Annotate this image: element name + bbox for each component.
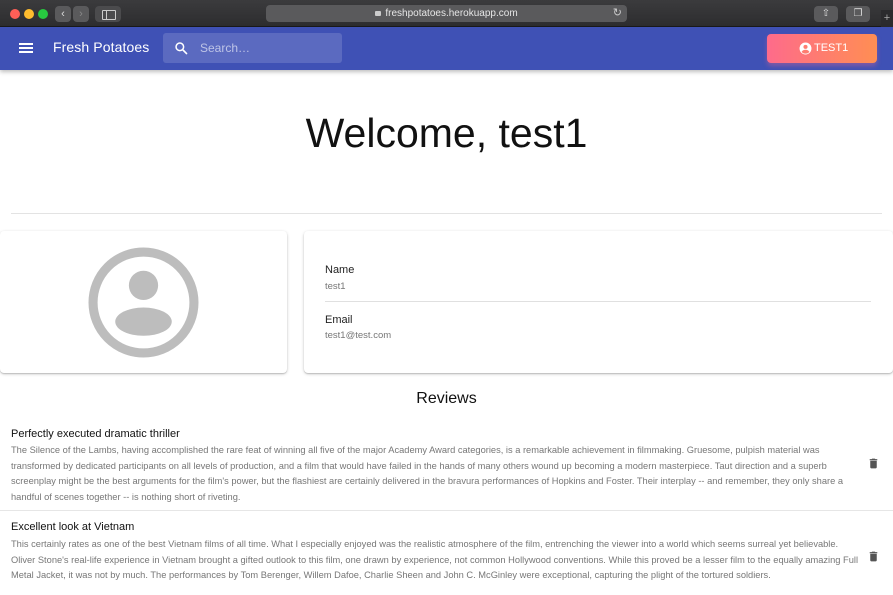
minimize-window-button[interactable] xyxy=(24,9,34,19)
search-box[interactable] xyxy=(163,33,342,63)
lock-icon xyxy=(375,11,382,16)
close-window-button[interactable] xyxy=(10,9,20,19)
reviews-heading: Reviews xyxy=(416,390,477,407)
profile-info-card: Name test1 Email test1@test.com xyxy=(304,231,893,373)
name-value: test1 xyxy=(325,281,346,292)
name-label: Name xyxy=(325,264,355,276)
sidebar-toggle-icon[interactable] xyxy=(95,6,121,22)
menu-icon[interactable] xyxy=(19,43,33,53)
section-divider xyxy=(11,213,882,214)
review-text: This certainly rates as one of the best … xyxy=(11,539,859,580)
user-account-button[interactable]: TEST1 xyxy=(767,34,877,63)
review-divider xyxy=(0,510,893,511)
search-icon xyxy=(175,42,188,55)
back-button[interactable]: ‹ xyxy=(55,6,71,22)
brand-title[interactable]: Fresh Potatoes xyxy=(53,39,149,55)
zoom-window-button[interactable] xyxy=(38,9,48,19)
review-text: The Silence of the Lambs, having accompl… xyxy=(11,445,844,502)
review-title: Excellent look at Vietnam xyxy=(11,521,135,533)
avatar-placeholder-icon xyxy=(88,247,199,358)
field-divider xyxy=(325,301,871,302)
share-icon[interactable]: ⇧ xyxy=(814,6,838,22)
delete-icon[interactable] xyxy=(867,456,880,471)
address-bar[interactable]: freshpotatoes.herokuapp.com ↻ xyxy=(266,5,627,22)
app-bar: Fresh Potatoes TEST1 xyxy=(0,27,893,70)
account-circle-icon xyxy=(799,42,812,55)
welcome-heading: Welcome, test1 xyxy=(305,110,588,156)
new-tab-button[interactable]: + xyxy=(881,10,893,27)
review-title: Perfectly executed dramatic thriller xyxy=(11,428,180,440)
avatar-card xyxy=(0,231,287,373)
email-value: test1@test.com xyxy=(325,330,392,341)
user-account-label: TEST1 xyxy=(814,42,849,54)
forward-button[interactable]: › xyxy=(73,6,89,22)
delete-icon[interactable] xyxy=(867,549,880,564)
address-bar-url: freshpotatoes.herokuapp.com xyxy=(385,8,518,19)
email-label: Email xyxy=(325,314,353,326)
tabs-overview-icon[interactable]: ❐ xyxy=(846,6,870,22)
search-input[interactable] xyxy=(200,40,335,56)
browser-toolbar: ‹ › freshpotatoes.herokuapp.com ↻ ⇧ ❐ + xyxy=(0,0,893,27)
reload-icon[interactable]: ↻ xyxy=(613,5,622,22)
